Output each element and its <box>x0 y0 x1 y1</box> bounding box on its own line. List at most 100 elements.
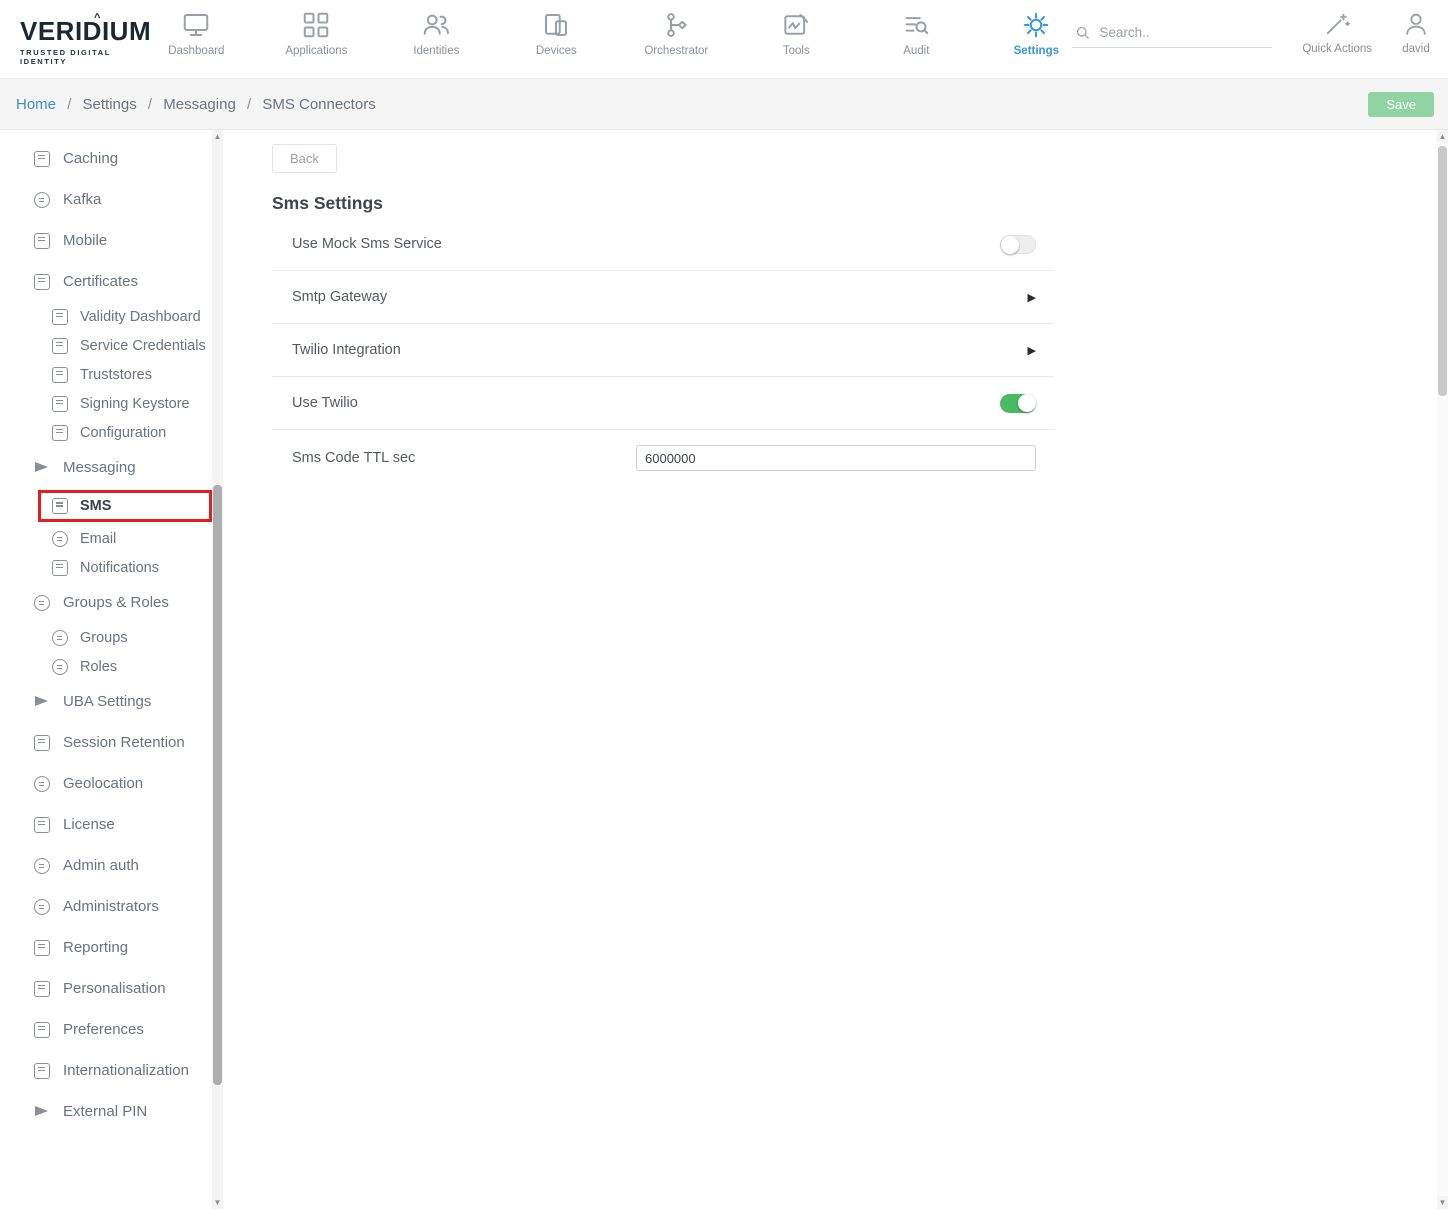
breadcrumb-settings[interactable]: Settings <box>83 96 137 113</box>
geolocation-icon <box>34 776 50 792</box>
uba-settings-icon <box>34 694 50 710</box>
nav-item-identities[interactable]: Identities <box>400 10 472 57</box>
mobile-icon <box>34 233 50 249</box>
sidebar-item-label: Administrators <box>63 898 159 915</box>
search-box[interactable] <box>1072 16 1272 48</box>
devices-icon <box>541 10 571 40</box>
sidebar-scrollbar-thumb[interactable] <box>213 485 222 1085</box>
sidebar-item-sms[interactable]: SMS <box>38 490 212 522</box>
row-twilio-integration[interactable]: Twilio Integration ▶ <box>272 324 1054 377</box>
administrators-icon <box>34 899 50 915</box>
internationalization-icon <box>34 1063 50 1079</box>
row-label: Use Twilio <box>292 395 358 411</box>
sidebar-item-label: Notifications <box>80 560 159 576</box>
caching-icon <box>34 151 50 167</box>
kafka-icon <box>34 192 50 208</box>
nav-item-audit[interactable]: Audit <box>880 10 952 57</box>
notifications-icon <box>52 560 68 576</box>
expand-arrow-icon[interactable]: ▶ <box>1028 344 1036 357</box>
row-sms-code-ttl: Sms Code TTL sec <box>272 430 1054 486</box>
configuration-icon <box>52 425 68 441</box>
scroll-up-icon[interactable]: ▲ <box>1437 130 1448 143</box>
sidebar-item-label: Roles <box>80 659 117 675</box>
row-label: Sms Code TTL sec <box>292 450 415 466</box>
breadcrumb-sms-connectors: SMS Connectors <box>262 96 375 113</box>
row-label: Twilio Integration <box>292 342 401 358</box>
sidebar-item-label: Configuration <box>80 425 166 441</box>
nav-label: Applications <box>285 45 347 57</box>
save-button[interactable]: Save <box>1368 92 1434 117</box>
nav-label: Devices <box>536 45 577 57</box>
dashboard-icon <box>181 10 211 40</box>
nav-label: Audit <box>903 45 929 57</box>
expand-arrow-icon[interactable]: ▶ <box>1028 291 1036 304</box>
messaging-icon <box>34 460 50 476</box>
tools-icon <box>781 10 811 40</box>
brand-tagline: TRUSTED DIGITAL IDENTITY <box>20 48 154 66</box>
nav-label: Tools <box>783 45 810 57</box>
session-retention-icon <box>34 735 50 751</box>
groups-roles-icon <box>34 595 50 611</box>
nav-item-tools[interactable]: Tools <box>760 10 832 57</box>
sidebar-scrollbar[interactable]: ▲ ▼ <box>212 130 223 1209</box>
sidebar-item-label: Mobile <box>63 232 107 249</box>
top-header: VERIDIUM ^ TRUSTED DIGITAL IDENTITY Dash… <box>0 0 1448 78</box>
sidebar-item-label: Groups & Roles <box>63 594 169 611</box>
breadcrumb: Home / Settings / Messaging / SMS Connec… <box>16 96 376 113</box>
use-twilio-toggle[interactable] <box>1000 394 1036 413</box>
personalisation-icon <box>34 981 50 997</box>
audit-icon <box>901 10 931 40</box>
nav-item-orchestrator[interactable]: Orchestrator <box>640 10 712 57</box>
sidebar-item-label: Reporting <box>63 939 128 956</box>
nav-label: Settings <box>1014 45 1059 57</box>
reporting-icon <box>34 940 50 956</box>
identities-icon <box>421 10 451 40</box>
truststores-icon <box>52 367 68 383</box>
sidebar-item-label: UBA Settings <box>63 693 151 710</box>
use-mock-sms-toggle[interactable] <box>1000 235 1036 254</box>
sidebar-item-label: Kafka <box>63 191 101 208</box>
settings-gear-icon <box>1021 10 1051 40</box>
sidebar-item-label: Caching <box>63 150 118 167</box>
nav-label: Dashboard <box>168 45 224 57</box>
email-icon <box>52 531 68 547</box>
sms-code-ttl-input[interactable] <box>636 445 1036 471</box>
nav-label: Identities <box>413 45 459 57</box>
sidebar-item-label: Messaging <box>63 459 136 476</box>
page-scrollbar-thumb[interactable] <box>1438 146 1447 396</box>
sms-icon <box>52 498 68 514</box>
orchestrator-icon <box>661 10 691 40</box>
breadcrumb-messaging[interactable]: Messaging <box>163 96 236 113</box>
user-menu[interactable]: david <box>1402 10 1430 55</box>
scroll-up-icon[interactable]: ▲ <box>212 130 223 143</box>
row-use-mock-sms-service: Use Mock Sms Service <box>272 218 1054 271</box>
nav-item-devices[interactable]: Devices <box>520 10 592 57</box>
content-area: Caching Kafka Mobile Certificates Validi… <box>0 130 1448 1209</box>
row-label: Use Mock Sms Service <box>292 236 442 252</box>
nav-item-settings[interactable]: Settings <box>1000 10 1072 57</box>
nav-item-dashboard[interactable]: Dashboard <box>160 10 232 57</box>
sidebar-item-label: Certificates <box>63 273 138 290</box>
search-icon <box>1074 24 1091 41</box>
quick-actions-button[interactable]: Quick Actions <box>1302 10 1372 55</box>
scroll-down-icon[interactable]: ▼ <box>1437 1196 1448 1209</box>
preferences-icon <box>34 1022 50 1038</box>
brand-logo: VERIDIUM ^ TRUSTED DIGITAL IDENTITY <box>0 0 154 78</box>
nav-item-applications[interactable]: Applications <box>280 10 352 57</box>
settings-rows: Use Mock Sms Service Smtp Gateway ▶ Twil… <box>272 218 1054 486</box>
sidebar-item-label: Signing Keystore <box>80 396 190 412</box>
sidebar-item-label: External PIN <box>63 1103 147 1120</box>
row-smtp-gateway[interactable]: Smtp Gateway ▶ <box>272 271 1054 324</box>
user-name-label: david <box>1402 43 1430 55</box>
search-input[interactable] <box>1099 25 1249 40</box>
nav-label: Orchestrator <box>644 45 708 57</box>
back-button[interactable]: Back <box>272 144 337 173</box>
roles-icon <box>52 659 68 675</box>
admin-auth-icon <box>34 858 50 874</box>
certificates-icon <box>34 274 50 290</box>
breadcrumb-home-link[interactable]: Home <box>16 96 56 113</box>
page-scrollbar[interactable]: ▲ ▼ <box>1437 130 1448 1209</box>
scroll-down-icon[interactable]: ▼ <box>212 1196 223 1209</box>
sidebar-item-label: License <box>63 816 115 833</box>
page-title: Sms Settings <box>272 193 1418 214</box>
